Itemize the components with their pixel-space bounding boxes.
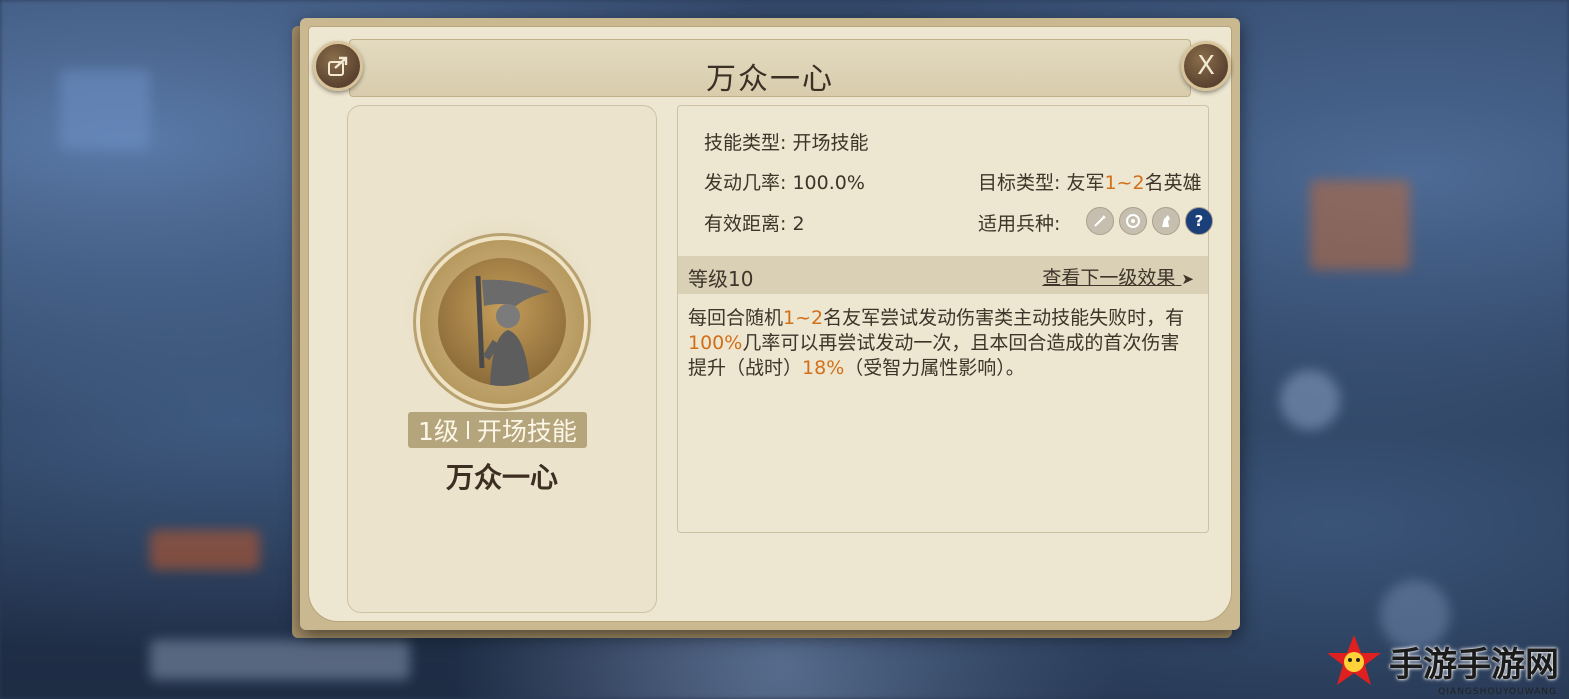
skill-category: 开场技能 xyxy=(476,417,577,446)
skill-level-text: 等级10 xyxy=(688,267,754,291)
trigger-rate-label: 发动几率: xyxy=(704,172,787,194)
skill-type-row: 技能类型: 开场技能 xyxy=(704,128,868,155)
effective-range-value: 2 xyxy=(792,213,805,235)
skill-level-tag: 1级 开场技能 xyxy=(408,412,587,448)
desc-text: 每回合随机 xyxy=(688,307,784,329)
watermark-text: 手游手游网 xyxy=(1389,644,1559,685)
background-ui-blur xyxy=(150,640,410,680)
arrow-right-icon: ➤ xyxy=(1181,270,1194,288)
dialog-body: 万众一心 X 1级 开场技能 万众一心 技能类型: 开场技能 发动几率: 100… xyxy=(308,26,1232,622)
skill-description: 每回合随机1~2名友军尝试发动伤害类主动技能失败时，有100%几率可以再尝试发动… xyxy=(688,306,1198,381)
background-ui-blur xyxy=(1310,180,1410,270)
level-bar: 等级10 查看下一级效果 ➤ xyxy=(678,256,1208,294)
close-button[interactable]: X xyxy=(1181,41,1231,91)
trigger-rate-value: 100.0% xyxy=(792,172,865,194)
target-type-prefix: 友军 xyxy=(1066,172,1105,194)
target-type-label: 目标类型: xyxy=(978,172,1061,194)
divider xyxy=(466,421,469,439)
skill-details-panel: 技能类型: 开场技能 发动几率: 100.0% 目标类型: 友军1~2名英雄 有… xyxy=(677,105,1213,533)
trigger-rate-row: 发动几率: 100.0% xyxy=(704,168,865,195)
horse-icon[interactable] xyxy=(1152,207,1180,235)
star-logo-icon xyxy=(1327,635,1381,685)
desc-text: 名友军尝试发动伤害类主动技能失败时，有 xyxy=(823,307,1185,329)
target-count: 1~2 xyxy=(1104,172,1145,194)
skill-type-label: 技能类型: xyxy=(704,132,787,154)
sword-icon[interactable] xyxy=(1086,207,1114,235)
effective-range-label: 有效距离: xyxy=(704,213,787,235)
skill-name: 万众一心 xyxy=(445,461,558,494)
title-bar: 万众一心 xyxy=(349,39,1191,97)
dialog-title: 万众一心 xyxy=(706,62,834,97)
skill-card: 1级 开场技能 万众一心 xyxy=(347,105,657,613)
skill-type-value: 开场技能 xyxy=(792,132,869,154)
next-level-label: 查看下一级效果 xyxy=(1042,267,1176,289)
next-level-link[interactable]: 查看下一级效果 ➤ xyxy=(1042,263,1194,290)
desc-highlight: 18% xyxy=(802,357,845,379)
background-ui-blur xyxy=(150,530,260,570)
effective-range-row: 有效距离: 2 xyxy=(704,209,805,236)
question-icon[interactable]: ? xyxy=(1185,207,1213,235)
unit-type-icons: ? xyxy=(1086,207,1213,235)
skill-portrait-icon xyxy=(438,258,566,386)
desc-text: （受智力属性影响）。 xyxy=(844,357,1025,379)
site-watermark: 手游手游网 xyxy=(1325,633,1559,689)
desc-highlight: 100% xyxy=(688,332,743,354)
close-icon: X xyxy=(1197,51,1215,81)
watermark-subtext: QIANGSHOUYOUWANG xyxy=(1438,687,1557,697)
target-type-suffix: 名英雄 xyxy=(1144,172,1202,194)
background-ui-blur xyxy=(1280,370,1340,430)
share-icon xyxy=(328,56,348,76)
share-button[interactable] xyxy=(313,41,363,91)
unit-type-label: 适用兵种: xyxy=(978,213,1061,235)
target-type-row: 目标类型: 友军1~2名英雄 xyxy=(978,168,1202,195)
skill-medal xyxy=(420,240,584,404)
skill-dialog: 万众一心 X 1级 开场技能 万众一心 技能类型: 开场技能 发动几率: 100… xyxy=(300,18,1240,630)
background-ui-blur xyxy=(60,70,150,150)
desc-highlight: 1~2 xyxy=(783,307,824,329)
bow-icon[interactable] xyxy=(1119,207,1147,235)
skill-level: 1级 xyxy=(418,417,459,446)
